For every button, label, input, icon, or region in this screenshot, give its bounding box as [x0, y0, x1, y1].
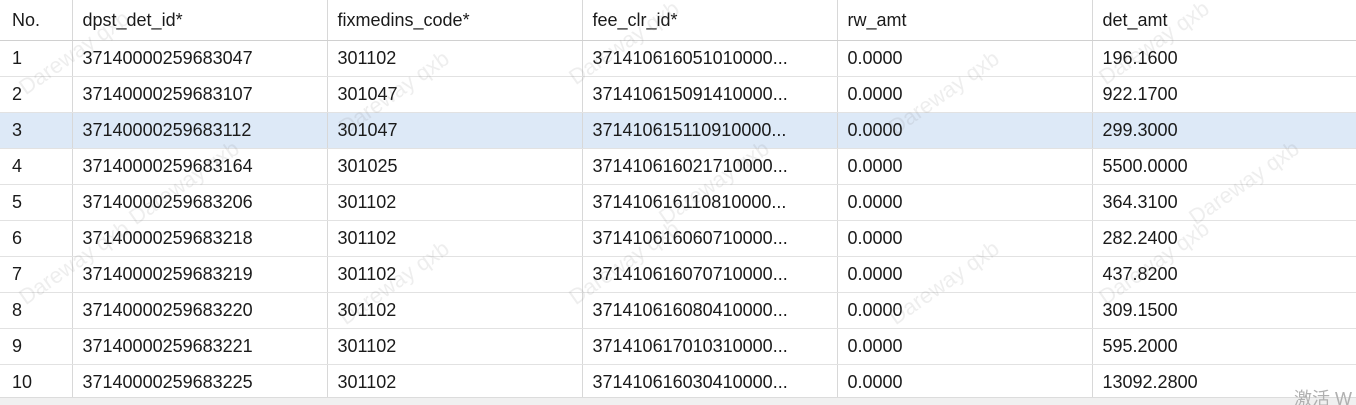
table-row[interactable]: 6 37140000259683218 301102 3714106160607100… — [0, 220, 1356, 257]
table-cell[interactable]: 301102 — [327, 40, 583, 77]
table-cell[interactable]: 37140000259683112 — [72, 112, 328, 149]
table-cell[interactable]: 37140000259683164 — [72, 148, 328, 185]
table-cell[interactable]: 4 — [0, 148, 73, 185]
table-cell[interactable]: 301047 — [327, 76, 583, 113]
table-cell[interactable]: 5500.0000 — [1092, 148, 1356, 185]
table-cell[interactable]: 364.3100 — [1092, 184, 1356, 221]
table-cell[interactable]: 5 — [0, 184, 73, 221]
table-cell[interactable]: 10 — [0, 364, 73, 401]
table-cell[interactable]: 371410616051010000... — [582, 40, 838, 77]
column-header-fee-clr-id[interactable]: fee_clr_id* — [582, 0, 838, 41]
table-cell[interactable]: 301102 — [327, 328, 583, 365]
table-cell[interactable]: 37140000259683221 — [72, 328, 328, 365]
table-row[interactable]: 3 37140000259683112 301047 3714106151109100… — [0, 112, 1356, 149]
table-cell[interactable]: 371410615110910000... — [582, 112, 838, 149]
table-cell[interactable]: 371410616110810000... — [582, 184, 838, 221]
table-cell[interactable]: 922.1700 — [1092, 76, 1356, 113]
table-cell[interactable]: 37140000259683220 — [72, 292, 328, 329]
table-row[interactable]: 8 37140000259683220 301102 3714106160804100… — [0, 292, 1356, 329]
table-cell[interactable]: 37140000259683206 — [72, 184, 328, 221]
column-header-dpst-det-id[interactable]: dpst_det_id* — [72, 0, 328, 41]
activation-watermark-text: 激活 W — [1294, 389, 1352, 405]
table-cell[interactable]: 301102 — [327, 220, 583, 257]
table-cell[interactable]: 371410616030410000... — [582, 364, 838, 401]
table-cell[interactable]: 37140000259683219 — [72, 256, 328, 293]
table-cell[interactable]: 437.8200 — [1092, 256, 1356, 293]
table-cell[interactable]: 0.0000 — [837, 112, 1093, 149]
horizontal-scrollbar[interactable] — [0, 397, 1356, 405]
table-cell[interactable]: 2 — [0, 76, 73, 113]
table-row[interactable]: 7 37140000259683219 301102 3714106160707100… — [0, 256, 1356, 293]
table-cell[interactable]: 301047 — [327, 112, 583, 149]
table-cell[interactable]: 0.0000 — [837, 256, 1093, 293]
table-cell[interactable]: 299.3000 — [1092, 112, 1356, 149]
table-row[interactable]: 4 37140000259683164 301025 3714106160217100… — [0, 148, 1356, 185]
table-row[interactable]: 2 37140000259683107 301047 3714106150914100… — [0, 76, 1356, 113]
table-cell[interactable]: 0.0000 — [837, 292, 1093, 329]
table-cell[interactable]: 196.1600 — [1092, 40, 1356, 77]
table-cell[interactable]: 371410615091410000... — [582, 76, 838, 113]
column-header-no[interactable]: No. — [0, 0, 73, 41]
table-cell[interactable]: 371410616070710000... — [582, 256, 838, 293]
table-cell[interactable]: 0.0000 — [837, 40, 1093, 77]
table-cell[interactable]: 371410616080410000... — [582, 292, 838, 329]
table-cell[interactable]: 6 — [0, 220, 73, 257]
table-cell[interactable]: 1 — [0, 40, 73, 77]
table-cell[interactable]: 0.0000 — [837, 184, 1093, 221]
table-cell[interactable]: 301102 — [327, 256, 583, 293]
column-header-det-amt[interactable]: det_amt — [1092, 0, 1356, 41]
result-grid: No. dpst_det_id* fixmedins_code* fee_clr… — [0, 0, 1356, 405]
table-cell[interactable]: 371410616021710000... — [582, 148, 838, 185]
table-cell[interactable]: 301102 — [327, 184, 583, 221]
table-cell[interactable]: 0.0000 — [837, 328, 1093, 365]
table-cell[interactable]: 595.2000 — [1092, 328, 1356, 365]
table-cell[interactable]: 371410616060710000... — [582, 220, 838, 257]
table-cell[interactable]: 9 — [0, 328, 73, 365]
table-row[interactable]: 10 37140000259683225 301102 371410616030410… — [0, 364, 1356, 401]
table-cell[interactable]: 0.0000 — [837, 76, 1093, 113]
table-cell[interactable]: 301102 — [327, 292, 583, 329]
table-cell[interactable]: 371410617010310000... — [582, 328, 838, 365]
table-row[interactable]: 9 37140000259683221 301102 3714106170103100… — [0, 328, 1356, 365]
table-cell[interactable]: 0.0000 — [837, 364, 1093, 401]
table-cell[interactable]: 282.2400 — [1092, 220, 1356, 257]
table-row[interactable]: 5 37140000259683206 301102 3714106161108100… — [0, 184, 1356, 221]
table-cell[interactable]: 8 — [0, 292, 73, 329]
table-row[interactable]: 1 37140000259683047 301102 3714106160510100… — [0, 40, 1356, 77]
column-header-fixmedins-code[interactable]: fixmedins_code* — [327, 0, 583, 41]
table-cell[interactable]: 37140000259683218 — [72, 220, 328, 257]
table-cell[interactable]: 3 — [0, 112, 73, 149]
table-cell[interactable]: 37140000259683225 — [72, 364, 328, 401]
table-cell[interactable]: 0.0000 — [837, 220, 1093, 257]
table-cell[interactable]: 37140000259683047 — [72, 40, 328, 77]
table-cell[interactable]: 37140000259683107 — [72, 76, 328, 113]
table-cell[interactable]: 309.1500 — [1092, 292, 1356, 329]
column-header-rw-amt[interactable]: rw_amt — [837, 0, 1093, 41]
header-row: No. dpst_det_id* fixmedins_code* fee_clr… — [0, 0, 1356, 41]
table-cell[interactable]: 301102 — [327, 364, 583, 401]
table-cell[interactable]: 0.0000 — [837, 148, 1093, 185]
table-cell[interactable]: 301025 — [327, 148, 583, 185]
data-table: No. dpst_det_id* fixmedins_code* fee_clr… — [0, 0, 1356, 401]
table-cell[interactable]: 7 — [0, 256, 73, 293]
